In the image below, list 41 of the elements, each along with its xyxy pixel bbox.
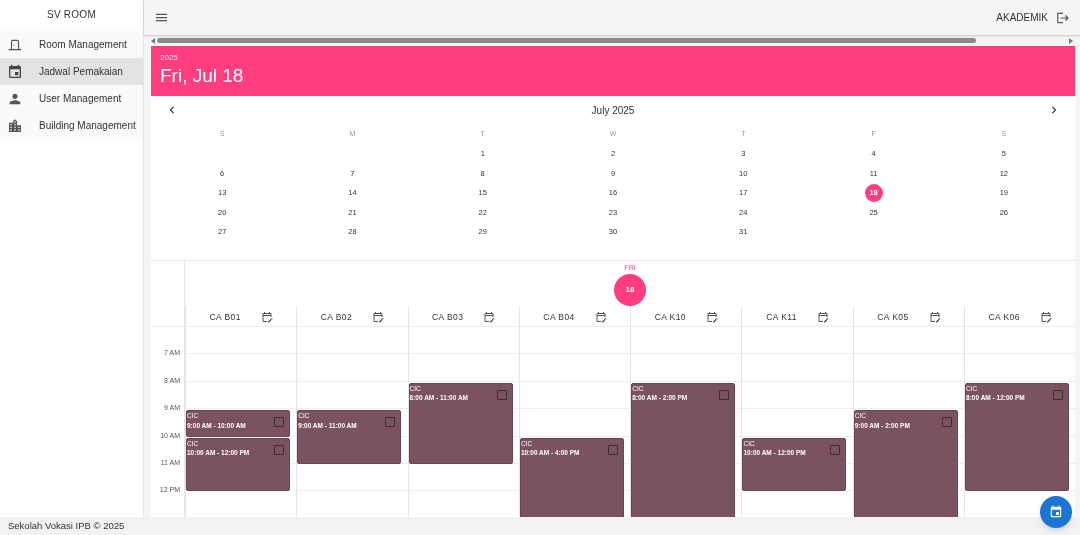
edit-calendar-icon[interactable] [483, 311, 496, 323]
footer-text: Sekolah Vokasi IPB © 2025 [8, 518, 125, 533]
sidebar-item[interactable]: Room Management [0, 31, 143, 58]
event-checkbox[interactable] [941, 417, 952, 428]
room-name: CA B03 [432, 310, 464, 324]
room-name: CA B04 [543, 310, 575, 324]
event-checkbox[interactable] [274, 444, 284, 455]
selected-year: 2025 [160, 54, 179, 62]
event-checkbox[interactable] [719, 389, 730, 400]
room-name: CA B02 [320, 310, 353, 324]
room-name: CA K11 [766, 310, 797, 324]
event-checkbox[interactable] [607, 444, 618, 455]
app-title: SV ROOM [47, 7, 96, 22]
user-role: AKADEMIK [996, 11, 1048, 25]
event-checkbox[interactable] [1053, 389, 1064, 400]
calendar-icon [1049, 505, 1063, 519]
sidebar-item[interactable]: Building Management [0, 112, 143, 139]
edit-calendar-icon[interactable] [817, 311, 829, 323]
room-name: CA K06 [988, 310, 1020, 324]
event-checkbox[interactable] [274, 417, 284, 428]
logout-icon[interactable] [1056, 10, 1070, 25]
month-label: July 2025 [591, 103, 635, 118]
event-checkbox[interactable] [385, 417, 396, 428]
door-icon [8, 37, 22, 52]
room-name: CA K05 [877, 310, 909, 324]
event-checkbox[interactable] [830, 444, 841, 455]
selected-date: Fri, Jul 18 [160, 66, 245, 85]
sidebar-item[interactable]: User Management [0, 85, 143, 112]
edit-calendar-icon[interactable] [706, 311, 718, 323]
edit-calendar-icon[interactable] [1039, 311, 1052, 323]
room-name: CA B01 [209, 310, 241, 324]
edit-calendar-icon[interactable] [928, 311, 941, 323]
event-checkbox[interactable] [496, 389, 507, 400]
calendar-icon [7, 63, 23, 80]
edit-calendar-icon[interactable] [260, 311, 273, 323]
scrollbar-thumb[interactable] [157, 38, 976, 43]
edit-calendar-icon[interactable] [372, 311, 385, 323]
edit-calendar-icon[interactable] [594, 311, 607, 323]
sidebar-item[interactable]: Jadwal Pemakaian [0, 58, 143, 85]
room-name: CA K10 [654, 310, 686, 324]
building-icon [7, 117, 23, 134]
